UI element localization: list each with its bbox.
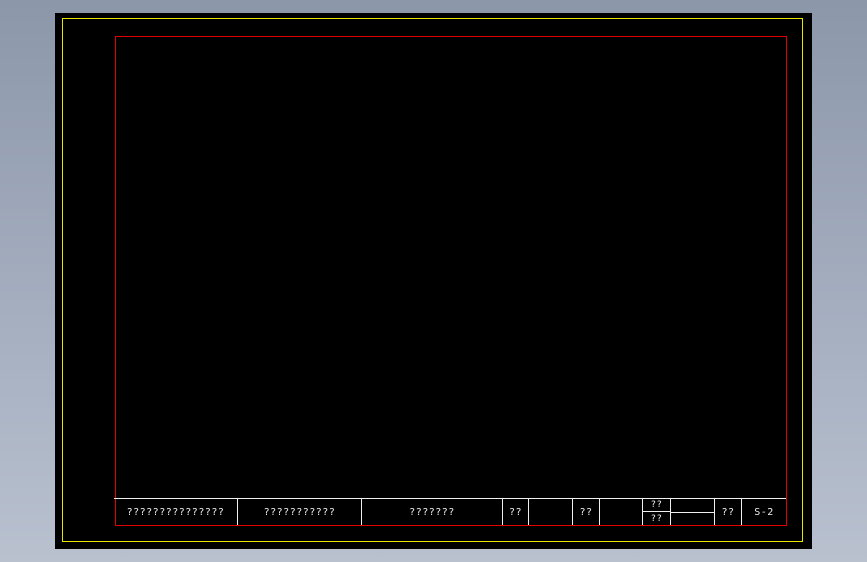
split-value-cell [671,499,715,525]
split-value-bottom [671,512,714,525]
company-cell: ??????? [362,499,503,525]
split-label-top: ?? [643,499,670,512]
project-name-text: ??????????? [263,506,336,518]
sheet-number-cell: S-2 [742,499,786,525]
project-name-cell: ??????????? [238,499,362,525]
label-3-text: ?? [721,506,735,518]
label-1-text: ?? [508,506,523,518]
label-2-cell: ?? [573,499,600,525]
split-value-top [671,499,714,512]
label-1-cell: ?? [503,499,529,525]
split-label-bottom: ?? [650,513,663,524]
label-3-cell: ?? [715,499,742,525]
split-label-cell: ?? ?? [643,499,671,525]
drawing-name-text: ??????????????? [126,506,225,518]
drawing-sheet: ??????????????? ??????????? ??????? ?? ?… [55,13,812,549]
company-text: ??????? [409,506,455,518]
value-2-cell [600,499,643,525]
value-1-cell [529,499,573,525]
title-block: ??????????????? ??????????? ??????? ?? ?… [114,498,786,525]
sheet-number-text: S-2 [754,506,774,518]
drawing-name-cell: ??????????????? [114,499,238,525]
label-2-text: ?? [579,506,593,518]
inner-frame [115,36,787,526]
